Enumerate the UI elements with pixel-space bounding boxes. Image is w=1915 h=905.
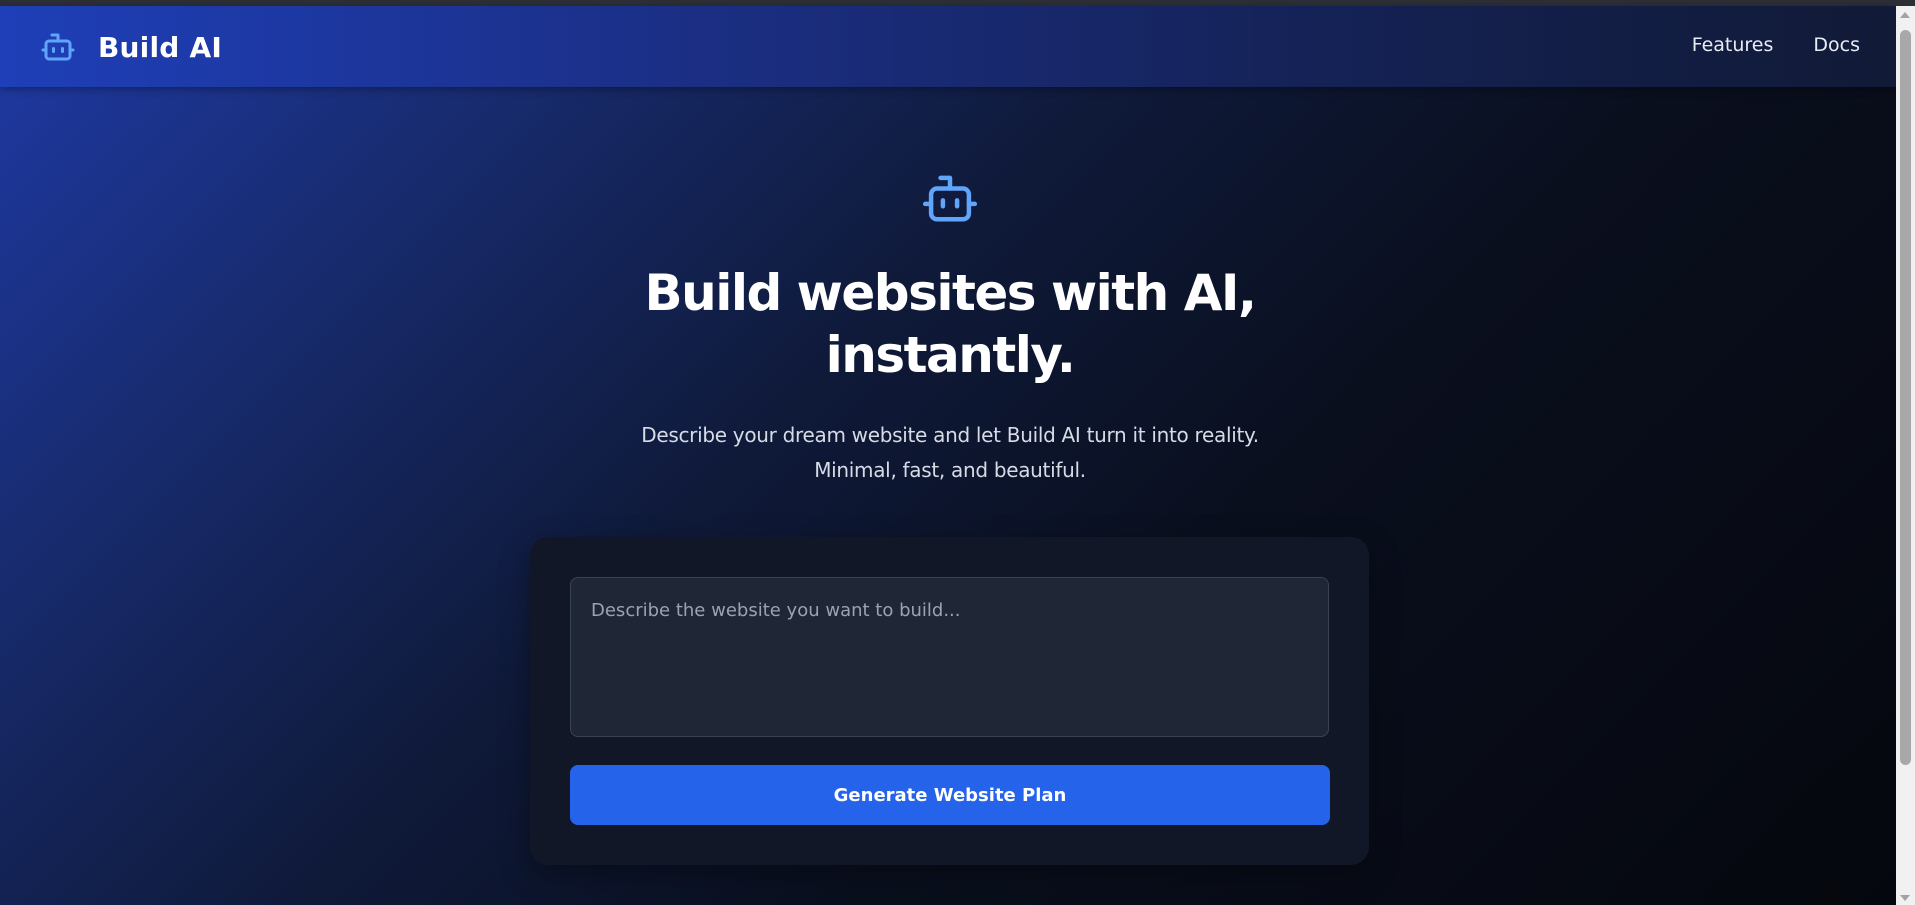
generate-website-plan-button[interactable]: Generate Website Plan [570, 765, 1330, 825]
robot-icon [41, 33, 75, 61]
hero-subtitle-line-2: Minimal, fast, and beautiful. [814, 458, 1086, 482]
hero-title-line-1: Build websites with AI, [644, 264, 1257, 322]
navbar: Build AI Features Docs [0, 6, 1896, 87]
prompt-card: Generate Website Plan [530, 537, 1369, 865]
hero-subtitle: Describe your dream website and let Buil… [548, 418, 1352, 488]
brand[interactable]: Build AI [40, 28, 222, 66]
hero-title: Build websites with AI, instantly. [548, 262, 1352, 386]
page-scrollbar[interactable] [1896, 6, 1915, 905]
nav-links: Features Docs [1692, 34, 1860, 56]
website-description-input[interactable] [570, 577, 1329, 737]
page: Build AI Features Docs Build websites wi… [0, 0, 1915, 905]
nav-link-features[interactable]: Features [1692, 34, 1774, 56]
scroll-thumb[interactable] [1900, 30, 1911, 765]
brand-name: Build AI [98, 30, 222, 64]
nav-link-docs[interactable]: Docs [1813, 34, 1860, 56]
hero-subtitle-line-1: Describe your dream website and let Buil… [641, 423, 1259, 447]
robot-icon [922, 175, 978, 222]
scroll-down-arrow-icon[interactable] [1900, 895, 1910, 901]
scroll-up-arrow-icon[interactable] [1900, 12, 1910, 18]
hero-title-line-2: instantly. [825, 326, 1076, 384]
